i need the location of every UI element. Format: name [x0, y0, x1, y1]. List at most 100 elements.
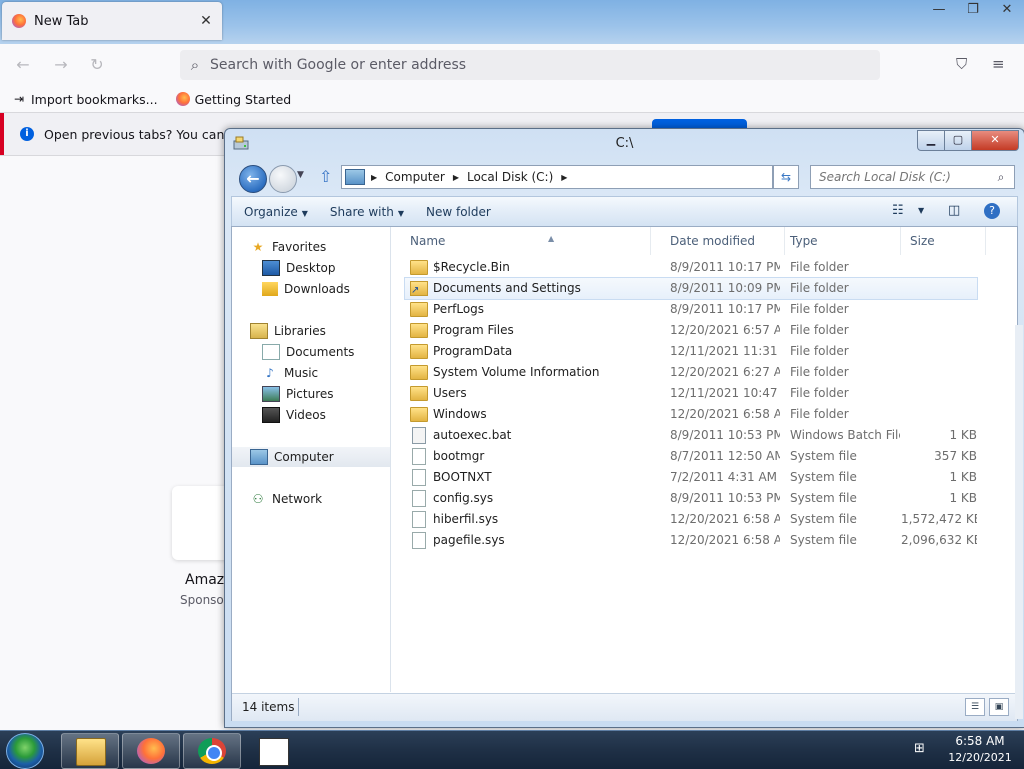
- taskbar-firefox-button[interactable]: [122, 733, 180, 769]
- file-type: System file: [790, 533, 857, 547]
- table-row[interactable]: autoexec.bat 8/9/2011 10:53 PM Windows Bat…: [391, 425, 1017, 446]
- table-row[interactable]: Program Files 12/20/2021 6:57 AM File fold…: [391, 320, 1017, 341]
- forward-arrow-icon[interactable]: →: [50, 55, 72, 75]
- up-arrow-icon[interactable]: ⇧: [319, 167, 332, 186]
- taskbar-task-button[interactable]: [244, 733, 302, 769]
- url-bar[interactable]: ⌕ Search with Google or enter address: [180, 50, 880, 80]
- system-file-icon: [412, 532, 426, 549]
- star-icon: ★: [252, 240, 264, 254]
- table-row[interactable]: ProgramData 12/11/2021 11:31 ... File fold…: [391, 341, 1017, 362]
- chevron-down-icon: ▼: [397, 208, 404, 218]
- details-view-icon[interactable]: ☰: [965, 698, 985, 716]
- bookmark-import[interactable]: ⇥ Import bookmarks...: [12, 92, 158, 107]
- network-tray-icon[interactable]: ⊞: [914, 741, 928, 756]
- file-name: bootmgr: [433, 449, 485, 463]
- search-input[interactable]: [817, 169, 991, 185]
- nav-label: Desktop: [286, 261, 336, 275]
- column-label: Name: [410, 234, 446, 248]
- change-view-icon[interactable]: ☷: [892, 203, 904, 218]
- chevron-down-icon[interactable]: ▼: [918, 206, 924, 215]
- nav-network[interactable]: ⚇ Network: [250, 489, 408, 509]
- search-box[interactable]: ⌕: [810, 165, 1015, 189]
- taskbar-explorer-button[interactable]: [61, 733, 119, 769]
- file-name-cell: ProgramData: [410, 341, 650, 362]
- shortcut-folder-icon: [410, 280, 428, 299]
- file-name-cell: System Volume Information: [410, 362, 650, 383]
- maximize-button[interactable]: ▢: [944, 130, 972, 151]
- file-name: System Volume Information: [433, 365, 600, 379]
- breadcrumb-separator-icon[interactable]: ▶: [371, 173, 377, 182]
- back-arrow-icon[interactable]: ←: [12, 55, 34, 75]
- column-header-name[interactable]: Name ▲: [410, 227, 651, 255]
- organize-label: Organize: [244, 204, 298, 219]
- nav-favorites[interactable]: ★ Favorites: [250, 237, 408, 257]
- column-header-date[interactable]: Date modified: [670, 227, 785, 255]
- table-row[interactable]: PerfLogs 8/9/2011 10:17 PM File folder: [391, 299, 1017, 320]
- column-header-type[interactable]: Type: [790, 227, 901, 255]
- system-file-icon: [412, 448, 426, 465]
- back-button[interactable]: ←: [239, 165, 267, 193]
- search-icon[interactable]: ⌕: [991, 170, 1011, 185]
- browser-tab-new-tab[interactable]: New Tab ✕: [2, 2, 222, 40]
- firefox-icon: [12, 14, 26, 28]
- browser-minimize-button[interactable]: —: [922, 0, 956, 19]
- table-row[interactable]: bootmgr 8/7/2011 12:50 AM System file 357 K…: [391, 446, 1017, 467]
- reload-icon[interactable]: ↻: [86, 55, 108, 75]
- share-with-button[interactable]: Share with ▼: [330, 205, 404, 219]
- browser-close-button[interactable]: ✕: [990, 0, 1024, 19]
- start-button[interactable]: [6, 733, 44, 769]
- table-row[interactable]: config.sys 8/9/2011 10:53 PM System file 1 …: [391, 488, 1017, 509]
- table-row[interactable]: Windows 12/20/2021 6:58 AM File folder: [391, 404, 1017, 425]
- minimize-button[interactable]: ▁: [917, 130, 945, 151]
- file-date: 8/9/2011 10:09 PM: [670, 281, 780, 295]
- pocket-icon[interactable]: ⛉: [956, 55, 967, 73]
- large-icons-view-icon[interactable]: ▣: [989, 698, 1009, 716]
- help-icon[interactable]: ?: [984, 203, 1000, 219]
- menu-icon[interactable]: ≡: [992, 55, 1005, 73]
- file-name: Windows: [433, 407, 487, 421]
- preview-pane-icon[interactable]: ◫: [948, 203, 960, 218]
- explorer-title-bar[interactable]: C:\ ▁ ▢ ✕: [225, 129, 1024, 159]
- table-row[interactable]: System Volume Information 12/20/2021 6:27…: [391, 362, 1017, 383]
- file-type: File folder: [790, 344, 849, 358]
- file-name-cell: Windows: [410, 404, 650, 425]
- nav-libraries[interactable]: Libraries: [250, 321, 408, 341]
- refresh-icon[interactable]: ⇆: [773, 165, 799, 189]
- file-name-cell: hiberfil.sys: [410, 509, 650, 530]
- breadcrumb-local-disk[interactable]: Local Disk (C:): [467, 170, 553, 184]
- file-type: File folder: [790, 386, 849, 400]
- table-row[interactable]: hiberfil.sys 12/20/2021 6:58 AM System fil…: [391, 509, 1017, 530]
- folder-icon: [76, 738, 106, 766]
- bookmark-getting-started[interactable]: Getting Started: [175, 92, 291, 107]
- table-row[interactable]: BOOTNXT 7/2/2011 4:31 AM System file 1 KB: [391, 467, 1017, 488]
- address-bar[interactable]: ▶ Computer ▶ Local Disk (C:) ▶ ▼: [341, 165, 882, 189]
- organize-button[interactable]: Organize ▼: [244, 205, 308, 219]
- nav-label: Music: [284, 366, 319, 380]
- system-file-icon: [412, 511, 426, 528]
- taskbar-chrome-button[interactable]: [183, 733, 241, 769]
- close-button[interactable]: ✕: [971, 130, 1019, 151]
- browser-restore-button[interactable]: ❐: [956, 0, 990, 19]
- breadcrumb-separator-icon[interactable]: ▶: [453, 173, 459, 182]
- forward-button[interactable]: [269, 165, 297, 193]
- tab-close-icon[interactable]: ✕: [196, 13, 216, 29]
- table-row[interactable]: $Recycle.Bin 8/9/2011 10:17 PM File folder: [391, 257, 1017, 278]
- new-folder-button[interactable]: New folder: [426, 205, 491, 219]
- browser-tab-bar: New Tab ✕ — ❐ ✕: [0, 0, 1024, 44]
- column-header-size[interactable]: Size: [910, 227, 986, 255]
- breadcrumb-computer[interactable]: Computer: [385, 170, 445, 184]
- music-icon: ♪: [266, 366, 274, 380]
- table-row[interactable]: Users 12/11/2021 10:47 ... File folder: [391, 383, 1017, 404]
- computer-icon: [345, 169, 365, 185]
- folder-icon: [410, 386, 428, 401]
- top-site-tile[interactable]: [172, 486, 232, 560]
- nav-computer[interactable]: Computer: [232, 447, 390, 467]
- recent-pages-dropdown-icon[interactable]: ▼: [297, 170, 304, 180]
- file-list: Name ▲ Date modified Type Size $Recycle.…: [391, 227, 1017, 692]
- clock-date[interactable]: 12/20/2021: [940, 751, 1020, 764]
- table-row[interactable]: Documents and Settings 8/9/2011 10:09 PM F…: [404, 277, 978, 300]
- file-date: 12/20/2021 6:58 AM: [670, 533, 780, 547]
- table-row[interactable]: pagefile.sys 12/20/2021 6:58 AM System fil…: [391, 530, 1017, 551]
- breadcrumb-separator-icon[interactable]: ▶: [561, 173, 567, 182]
- clock-time[interactable]: 6:58 AM: [940, 734, 1020, 748]
